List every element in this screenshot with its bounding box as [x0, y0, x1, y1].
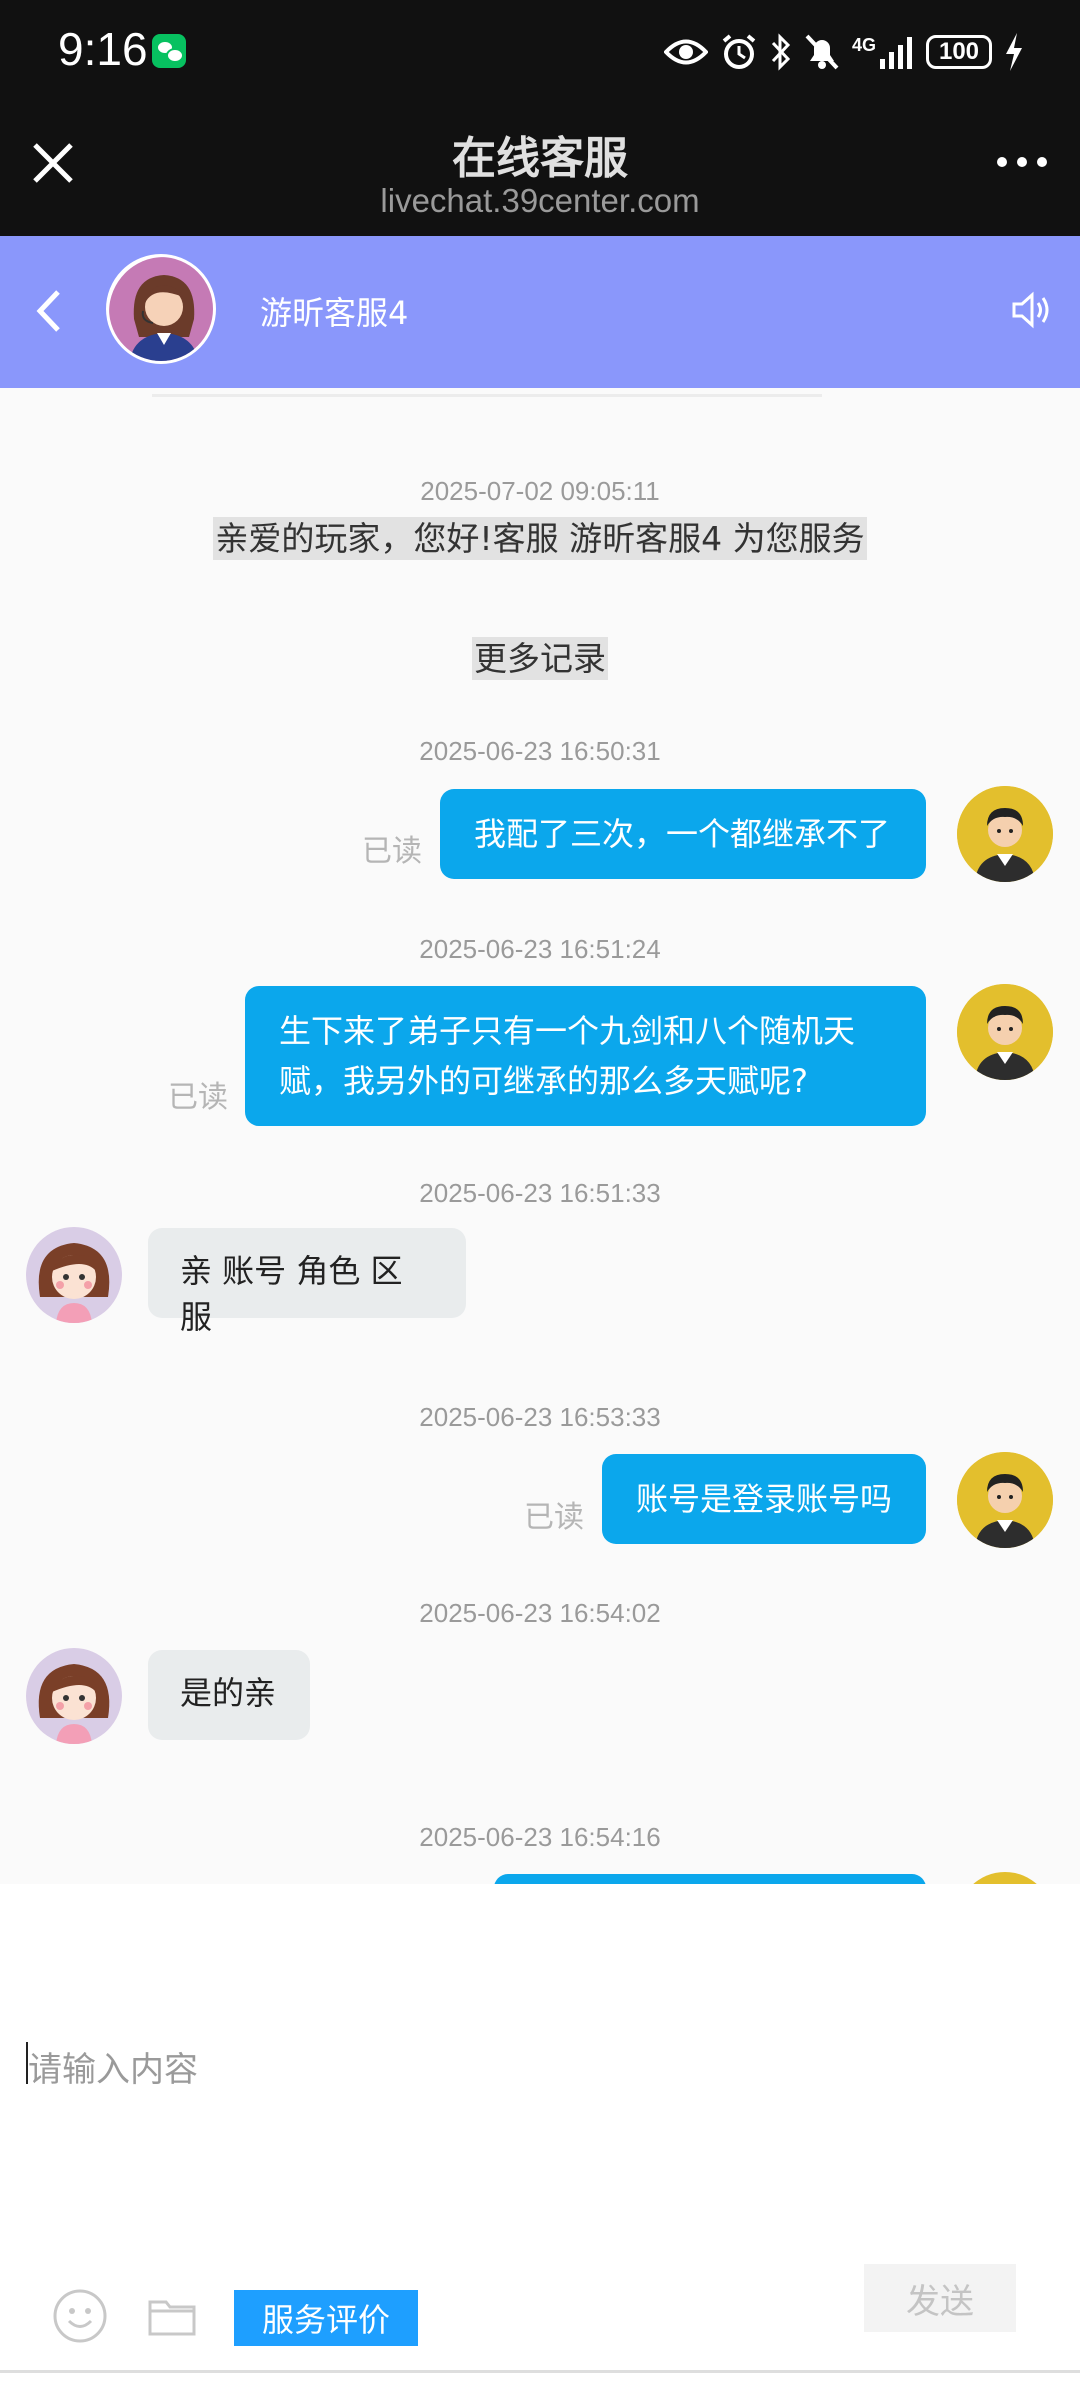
system-message: 亲爱的玩家，您好!客服 游昕客服4 为您服务	[0, 512, 1080, 560]
message-text: 亲 账号 角色 区服	[180, 1252, 403, 1336]
service-rating-button[interactable]: 服务评价	[234, 2290, 418, 2346]
message-timestamp: 2025-06-23 16:54:02	[419, 1598, 661, 1628]
network-label: 4G	[851, 34, 876, 55]
page: 9:16 4G 100 在线客服 livechat.39center.com 游…	[0, 0, 1080, 2382]
more-records-link[interactable]: 更多记录	[0, 632, 1080, 680]
wechat-icon	[152, 34, 186, 68]
user-message-bubble	[494, 1874, 926, 1884]
system-message-text: 亲爱的玩家，您好!客服 游昕客服4 为您服务	[213, 517, 867, 560]
battery-indicator: 100	[926, 35, 992, 69]
status-icons: 4G 100	[663, 26, 1024, 78]
more-icon[interactable]	[996, 152, 1048, 172]
agent-message-bubble: 是的亲	[148, 1650, 310, 1740]
agent-avatar	[106, 254, 216, 364]
user-message-bubble: 生下来了弟子只有一个九剑和八个随机天 赋，我另外的可继承的那么多天赋呢?	[245, 986, 926, 1126]
eye-icon	[663, 39, 708, 65]
read-status: 已读	[362, 834, 422, 869]
emoji-icon[interactable]	[52, 2288, 108, 2344]
user-message-bubble: 账号是登录账号吗	[602, 1454, 926, 1544]
mute-bell-icon	[805, 34, 839, 70]
message-text-line: 生下来了弟子只有一个九剑和八个随机天	[279, 1012, 856, 1050]
chat-header: 游昕客服4	[0, 236, 1080, 388]
message-timestamp: 2025-06-23 16:53:33	[419, 1402, 661, 1432]
user-avatar	[957, 984, 1053, 1080]
signal-icon	[880, 37, 912, 69]
message-timestamp: 2025-06-23 16:50:31	[419, 736, 661, 766]
message-input[interactable]: 请输入内容	[28, 2042, 198, 2091]
read-status: 已读	[168, 1080, 228, 1115]
composer: 请输入内容 服务评价 发送	[0, 1884, 1080, 2382]
message-timestamp: 2025-06-23 16:51:24	[419, 934, 661, 964]
charging-icon	[1006, 33, 1022, 71]
message-timestamp: 2025-06-23 16:51:33	[419, 1178, 661, 1208]
more-records-label[interactable]: 更多记录	[472, 637, 608, 680]
bluetooth-icon	[771, 33, 791, 71]
folder-icon[interactable]	[148, 2296, 196, 2336]
alarm-icon	[722, 34, 756, 69]
message-text: 账号是登录账号吗	[636, 1480, 893, 1518]
send-button[interactable]: 发送	[864, 2264, 1016, 2332]
user-message-bubble: 我配了三次，一个都继承不了	[440, 789, 926, 879]
status-time: 9:16	[58, 23, 148, 75]
status-bar: 9:16 4G 100	[0, 0, 1080, 104]
speaker-icon[interactable]	[1010, 288, 1054, 332]
user-avatar	[957, 786, 1053, 882]
divider	[152, 394, 822, 397]
user-avatar	[957, 1872, 1053, 1884]
agent-chat-avatar	[26, 1648, 122, 1744]
agent-chat-avatar	[26, 1227, 122, 1323]
message-text: 我配了三次，一个都继承不了	[474, 815, 891, 853]
page-url: livechat.39center.com	[380, 182, 700, 219]
agent-message-bubble: 亲 账号 角色 区服	[148, 1228, 466, 1336]
read-status: 已读	[524, 1500, 584, 1535]
message-text: 是的亲	[180, 1674, 277, 1712]
message-timestamp: 2025-06-23 16:54:16	[419, 1822, 661, 1852]
message-timestamp: 2025-07-02 09:05:11	[420, 476, 660, 506]
message-list[interactable]: 2025-07-02 09:05:11 亲爱的玩家，您好!客服 游昕客服4 为您…	[0, 388, 1080, 1884]
divider	[0, 2370, 1080, 2373]
agent-name: 游昕客服4	[260, 294, 409, 332]
chevron-left-icon[interactable]	[34, 288, 64, 334]
page-title: 在线客服	[452, 133, 628, 184]
message-text-line: 赋，我另外的可继承的那么多天赋呢?	[279, 1062, 808, 1100]
browser-title-bar: 在线客服 livechat.39center.com	[0, 104, 1080, 236]
user-avatar	[957, 1452, 1053, 1548]
